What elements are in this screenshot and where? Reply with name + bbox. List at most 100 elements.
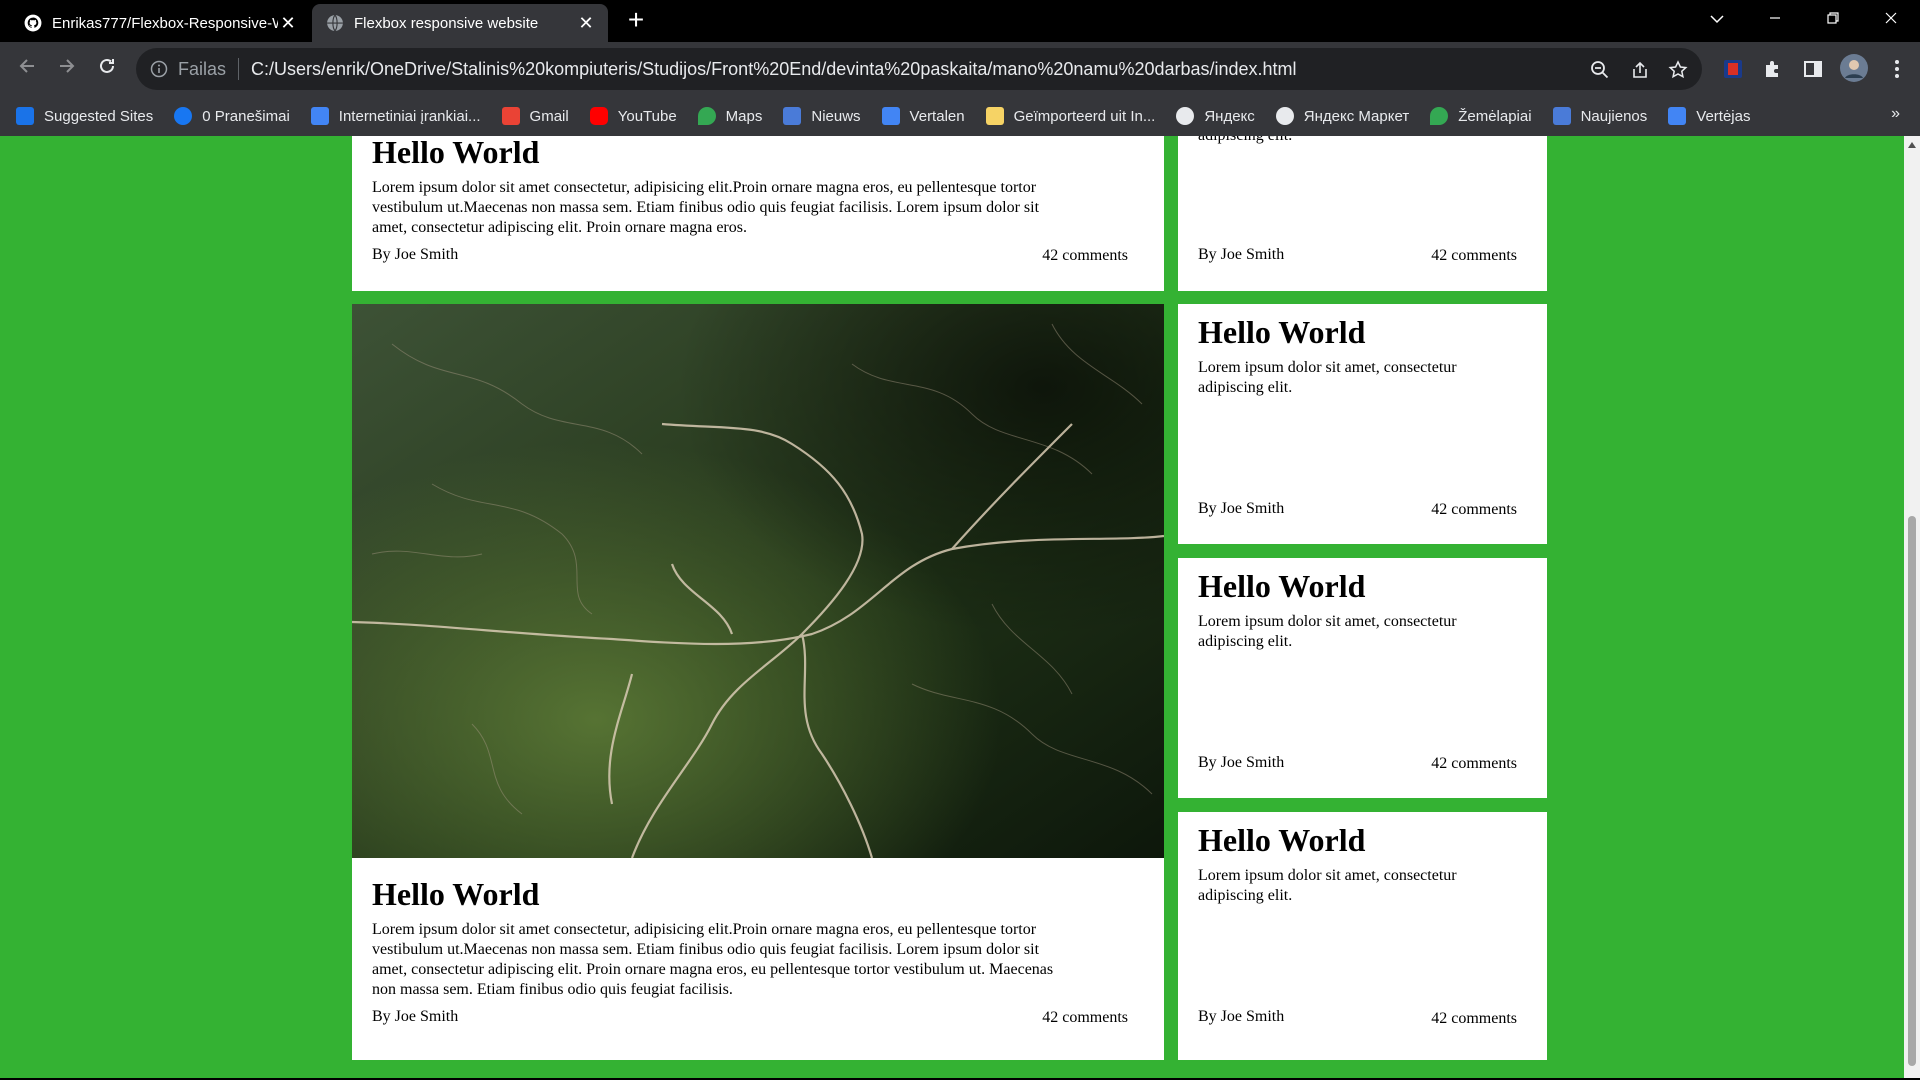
card-comments[interactable]: 42 comments	[1431, 755, 1517, 773]
bookmark-maps[interactable]: Maps	[697, 107, 762, 125]
bookmark-label: Naujienos	[1580, 107, 1648, 125]
bookmark-nieuws[interactable]: Nieuws	[783, 107, 861, 125]
side-panel-icon[interactable]	[1802, 58, 1824, 80]
omnibox-divider	[238, 58, 240, 80]
card-comments[interactable]: 42 comments	[1042, 247, 1128, 265]
url-text[interactable]: C:/Users/enrik/OneDrive/Stalinis%20kompi…	[251, 59, 1297, 80]
scrollbar-thumb[interactable]	[1908, 516, 1916, 1066]
close-tab-icon[interactable]: ✕	[576, 13, 596, 34]
bookmark-label: Geïmporteerd uit In...	[1013, 107, 1156, 125]
scheme-label: Failas	[178, 58, 227, 79]
vertical-scrollbar[interactable]	[1904, 136, 1920, 1078]
card-text: Lorem ipsum dolor sit amet consectetur, …	[372, 179, 1040, 236]
article-card-large-photo: Hello World Lorem ipsum dolor sit amet c…	[352, 304, 1164, 1060]
bookmark-folder-imported[interactable]: Geïmporteerd uit In...	[985, 107, 1156, 125]
globe-icon	[1275, 107, 1294, 125]
zoom-icon[interactable]	[1590, 60, 1610, 80]
bookmark-pranesimai[interactable]: 0 Pranešimai	[174, 107, 290, 125]
bookmark-label: 0 Pranešimai	[202, 107, 290, 125]
bookmark-zemelapiai[interactable]: Žemėlapiai	[1430, 107, 1532, 125]
card-author: By Joe Smith	[1198, 500, 1285, 517]
share-icon[interactable]	[1630, 60, 1650, 80]
page-content: Hello World Lorem ipsum dolor sit amet c…	[0, 136, 1904, 1078]
github-icon	[24, 14, 42, 32]
maps-pin-icon	[1430, 107, 1449, 125]
card-author: By Joe Smith	[1198, 246, 1285, 263]
bookmark-youtube[interactable]: YouTube	[589, 107, 677, 125]
card-text: Lorem ipsum dolor sit amet, consectetur …	[1198, 613, 1457, 650]
card-comments[interactable]: 42 comments	[1042, 1009, 1128, 1027]
bookmark-vertejas[interactable]: Vertėjas	[1668, 107, 1750, 125]
address-bar[interactable]: Failas C:/Users/enrik/OneDrive/Stalinis%…	[136, 48, 1702, 90]
bookmark-label: Nieuws	[811, 107, 861, 125]
card-author: By Joe Smith	[372, 1008, 459, 1025]
card-author: By Joe Smith	[1198, 754, 1285, 771]
bookmark-label: YouTube	[617, 107, 677, 125]
card-text: adipiscing elit.	[1198, 136, 1488, 146]
card-heading: Hello World	[372, 136, 540, 170]
bookmark-vertalen[interactable]: Vertalen	[881, 107, 965, 125]
bookmarks-overflow-chevron-icon[interactable]: »	[1891, 105, 1900, 123]
back-icon[interactable]	[12, 54, 42, 84]
globe-icon	[1176, 107, 1195, 125]
article-card-large: Hello World Lorem ipsum dolor sit amet c…	[352, 136, 1164, 291]
card-text: Lorem ipsum dolor sit amet, consectetur …	[1198, 867, 1457, 904]
bookmark-label: Vertalen	[909, 107, 965, 125]
tab-strip: Enrikas777/Flexbox-Responsive-W ✕ Flexbo…	[0, 0, 1920, 42]
bookmark-label: Яндекс	[1204, 107, 1255, 125]
bookmark-star-icon[interactable]	[1668, 60, 1688, 80]
bookmark-yandex[interactable]: Яндекс	[1176, 107, 1255, 125]
folder-icon	[985, 107, 1004, 125]
close-tab-icon[interactable]: ✕	[278, 13, 298, 34]
card-text: Lorem ipsum dolor sit amet, consectetur …	[1198, 359, 1457, 396]
bookmark-label: Internetiniai įrankiai...	[338, 107, 481, 125]
new-tab-button[interactable]: +	[622, 6, 650, 34]
reload-icon[interactable]	[92, 54, 122, 84]
bookmark-internetiniai[interactable]: Internetiniai įrankiai...	[310, 107, 481, 125]
tab-search-icon[interactable]	[1694, 0, 1740, 40]
close-window-icon[interactable]	[1868, 0, 1914, 40]
restore-icon[interactable]	[1810, 0, 1856, 40]
gmail-icon	[501, 107, 520, 125]
tab-title: Enrikas777/Flexbox-Responsive-W	[52, 14, 278, 32]
maps-pin-icon	[697, 107, 716, 125]
card-comments[interactable]: 42 comments	[1431, 247, 1517, 265]
card-heading: Hello World	[1198, 568, 1366, 604]
card-author: By Joe Smith	[1198, 1008, 1285, 1025]
minimize-icon[interactable]	[1752, 0, 1798, 40]
facebook-icon	[174, 107, 193, 125]
bookmark-label: Suggested Sites	[44, 107, 154, 125]
globe-icon	[327, 14, 343, 32]
card-heading: Hello World	[1198, 314, 1366, 350]
bookmark-label: Žemėlapiai	[1458, 107, 1532, 125]
bookmark-naujienos[interactable]: Naujienos	[1552, 107, 1648, 125]
translate-icon	[881, 107, 900, 125]
aerial-landscape-image	[352, 304, 1164, 858]
tab-github-repo[interactable]: Enrikas777/Flexbox-Responsive-W ✕	[10, 4, 310, 42]
card-comments[interactable]: 42 comments	[1431, 501, 1517, 519]
docs-icon	[310, 107, 329, 125]
bookmark-gmail[interactable]: Gmail	[501, 107, 569, 125]
forward-icon[interactable]	[52, 54, 82, 84]
extensions-puzzle-icon[interactable]	[1762, 58, 1784, 80]
article-card-small: Hello World Lorem ipsum dolor sit amet, …	[1178, 558, 1547, 798]
scroll-up-arrow-icon[interactable]	[1908, 142, 1916, 148]
bookmark-label: Vertėjas	[1696, 107, 1751, 125]
card-heading: Hello World	[1198, 822, 1366, 858]
browser-toolbar: Failas C:/Users/enrik/OneDrive/Stalinis%…	[0, 42, 1920, 96]
card-heading: Hello World	[372, 876, 540, 912]
article-card-small: adipiscing elit. By Joe Smith 42 comment…	[1178, 136, 1547, 291]
bookmark-yandex-market[interactable]: Яндекс Маркет	[1275, 107, 1409, 125]
translate-icon	[1668, 107, 1687, 125]
card-text: Lorem ipsum dolor sit amet consectetur, …	[372, 921, 1054, 998]
bookmark-label: Gmail	[529, 107, 569, 125]
article-card-small: Hello World Lorem ipsum dolor sit amet, …	[1178, 812, 1547, 1060]
extension-red-icon[interactable]	[1722, 58, 1744, 80]
bookmark-suggested-sites[interactable]: Suggested Sites	[16, 107, 153, 125]
tab-flexbox-website[interactable]: Flexbox responsive website ✕	[312, 4, 608, 42]
news-icon	[1552, 107, 1571, 125]
menu-dots-icon[interactable]	[1886, 58, 1908, 80]
profile-avatar[interactable]	[1840, 54, 1868, 82]
card-comments[interactable]: 42 comments	[1431, 1010, 1517, 1028]
info-icon[interactable]	[150, 60, 168, 78]
